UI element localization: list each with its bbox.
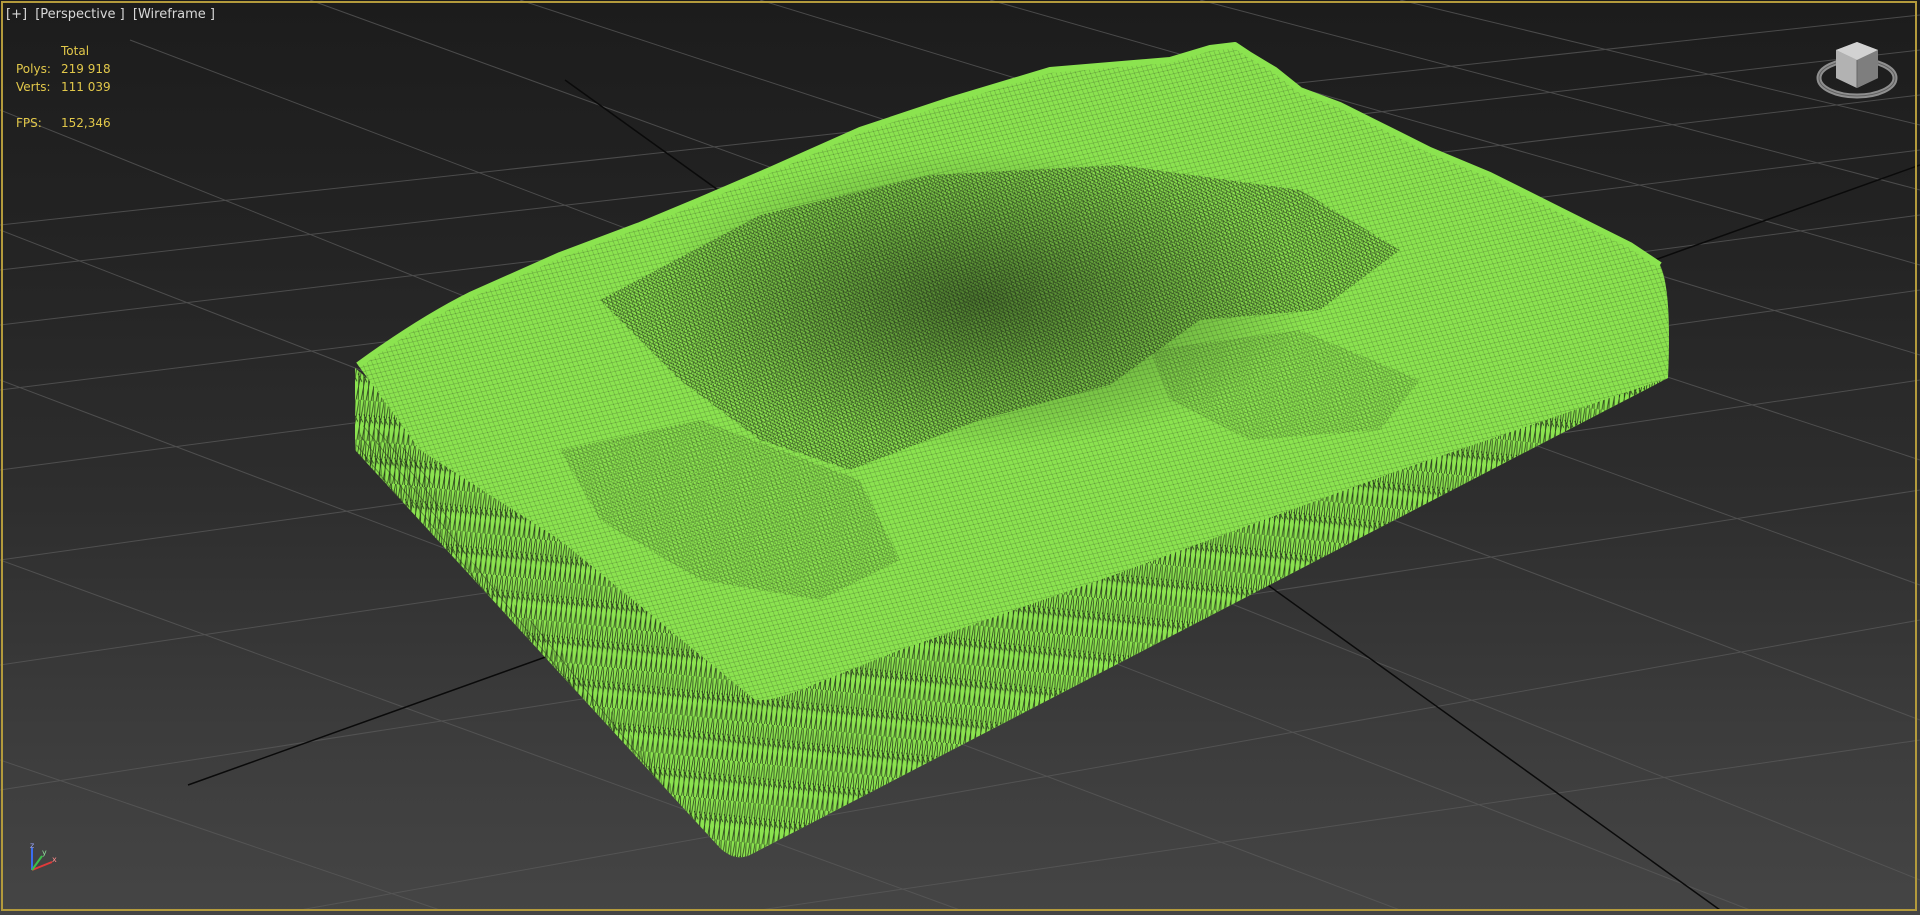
axis-x-label: x <box>52 855 57 864</box>
polys-label: Polys: <box>16 62 51 76</box>
fps-value: 152,346 <box>61 116 111 130</box>
axis-z-label: z <box>30 842 34 850</box>
scene-canvas[interactable] <box>0 0 1920 915</box>
axis-y-label: y <box>42 848 47 857</box>
viewport-menu-plus[interactable]: [+] <box>6 7 27 22</box>
polys-value: 219 918 <box>61 62 111 76</box>
viewport-bottom-edge <box>0 911 1920 915</box>
viewcube-icon[interactable] <box>1810 34 1900 114</box>
viewport-view-menu[interactable]: [Perspective ] <box>35 7 125 22</box>
terrain-mesh-wireframe[interactable] <box>355 42 1669 858</box>
viewport-shading-menu[interactable]: [Wireframe ] <box>133 7 215 22</box>
viewport-label: [+] [Perspective ] [Wireframe ] <box>6 7 215 22</box>
axis-tripod-icon: z x y <box>30 842 57 871</box>
fps-label: FPS: <box>16 116 42 130</box>
verts-value: 111 039 <box>61 80 111 94</box>
verts-label: Verts: <box>16 80 51 94</box>
viewport-perspective[interactable]: [+] [Perspective ] [Wireframe ] Total Po… <box>0 0 1920 915</box>
stats-column-header: Total <box>61 44 90 58</box>
